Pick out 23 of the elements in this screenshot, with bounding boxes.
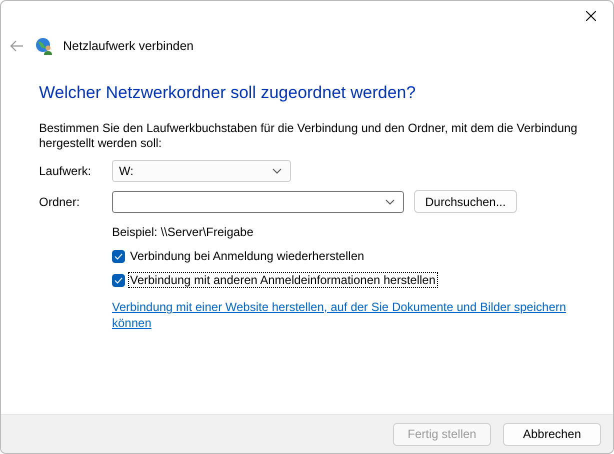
drive-label: Laufwerk: [39,164,92,178]
back-arrow-icon [9,38,25,54]
checkbox-label: Verbindung mit anderen Anmeldeinformationen herstellen [129,273,437,287]
folder-label: Ordner: [39,194,81,208]
checkbox[interactable] [112,250,125,262]
checkmark-icon [114,252,123,260]
website-link[interactable]: Verbindung mit einer Website herstellen, auf der Sie Dokumente und Bilder speichern können [112,299,573,331]
chevron-down-icon [385,198,395,204]
example-text: Beispiel: \\Server\Freigabe [112,225,254,239]
network-globe-icon [35,37,53,55]
close-icon [586,11,596,21]
cancel-button[interactable]: Abbrechen [503,422,601,446]
back-button[interactable] [9,38,25,54]
browse-button[interactable]: Durchsuchen... [414,190,517,213]
checkmark-icon [114,276,123,284]
folder-combo-field[interactable] [112,190,404,212]
drive-dropdown[interactable]: W: [112,160,291,182]
window-title: Netzlaufwerk verbinden [63,39,194,53]
description-text: Bestimmen Sie den Laufwerkbuchstaben für die Verbindung und den Ordner, mit dem die Verbindung hergestellt werden soll: [39,121,578,151]
checkbox[interactable] [112,274,125,286]
checkbox-label: Verbindung bei Anmeldung wiederherstellen [129,249,366,263]
chevron-down-icon [272,168,282,174]
page-heading: Welcher Netzwerkordner soll zugeordnet werden? [39,83,417,103]
